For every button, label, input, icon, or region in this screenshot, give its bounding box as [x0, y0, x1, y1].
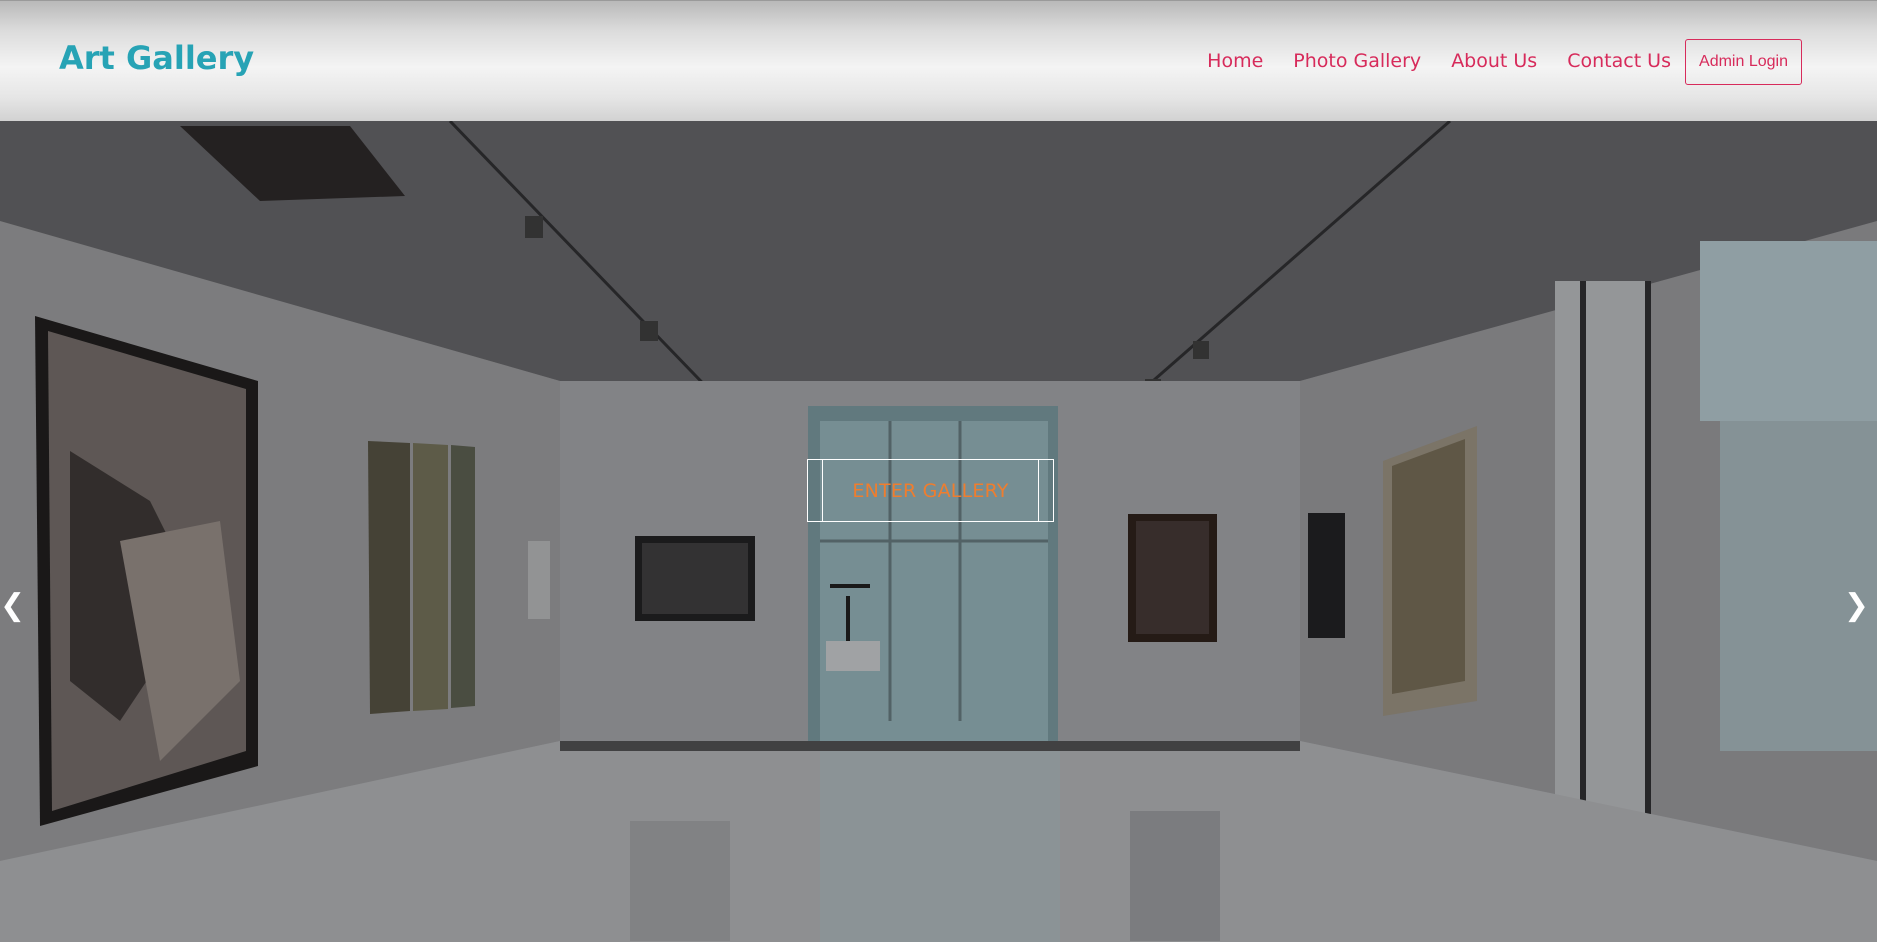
nav-home[interactable]: Home	[1207, 50, 1263, 72]
hero-slider: ENTER GALLERY ❮ ❯	[0, 121, 1877, 942]
nav-about-us[interactable]: About Us	[1451, 50, 1537, 72]
site-header: Art Gallery Home Photo Gallery About Us …	[0, 0, 1877, 121]
chevron-left-icon[interactable]: ❮	[0, 591, 25, 621]
enter-gallery-button[interactable]: ENTER GALLERY	[807, 459, 1054, 522]
enter-gallery-label: ENTER GALLERY	[852, 479, 1009, 502]
main-nav: Home Photo Gallery About Us Contact Us	[1177, 50, 1671, 72]
nav-photo-gallery[interactable]: Photo Gallery	[1293, 50, 1421, 72]
admin-login-button[interactable]: Admin Login	[1685, 39, 1802, 85]
nav-contact-us[interactable]: Contact Us	[1567, 50, 1671, 72]
site-logo[interactable]: Art Gallery	[59, 39, 254, 77]
hero-overlay	[0, 121, 1877, 942]
chevron-right-icon[interactable]: ❯	[1844, 591, 1869, 621]
